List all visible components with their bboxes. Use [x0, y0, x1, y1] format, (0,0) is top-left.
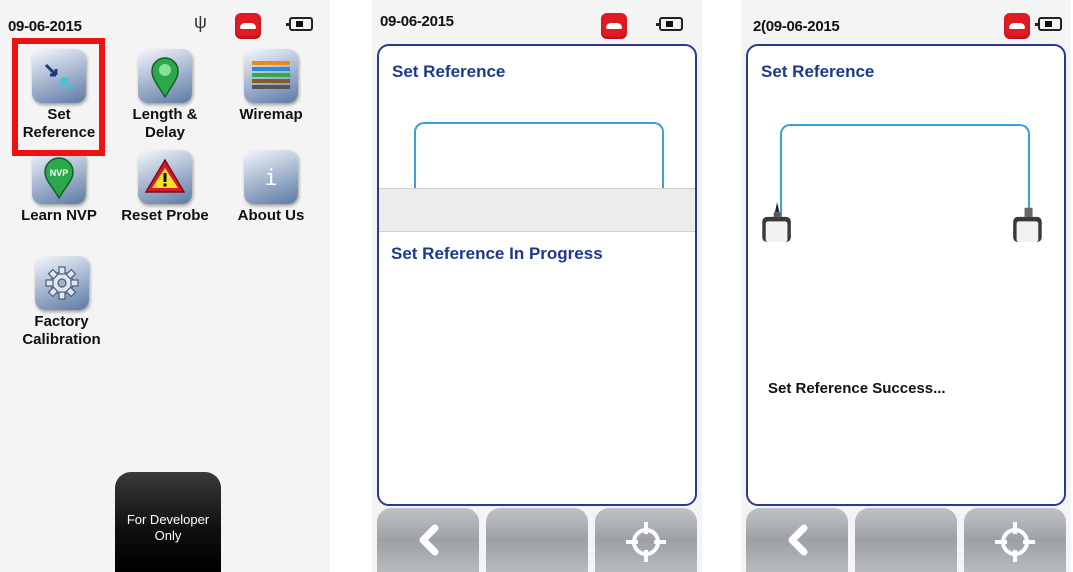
target-button[interactable]: [964, 508, 1066, 572]
cable-diagram: [780, 124, 1030, 220]
length-delay-icon: [138, 49, 192, 103]
set-reference-progress-screen: 09-06-2015 Set Reference Set Reference I…: [372, 0, 702, 572]
bottom-nav: [746, 508, 1066, 572]
info-glyph: i: [264, 166, 277, 191]
back-arrow-icon: [788, 524, 808, 556]
developer-button-line2: Only: [154, 528, 182, 543]
status-date: 09-06-2015: [380, 13, 454, 30]
battery-icon: [656, 17, 683, 31]
progress-band: [379, 188, 695, 232]
about-us-icon: i: [244, 150, 298, 204]
panel-title: Set Reference: [761, 62, 875, 81]
progress-text: Set Reference In Progress: [391, 244, 603, 263]
remote-probe-icon: [1013, 207, 1042, 242]
home-screen: 09-06-2015 ψ Set Reference Length & Dela…: [0, 0, 330, 572]
back-button[interactable]: [377, 508, 479, 572]
app-learn-nvp[interactable]: NVP Learn NVP: [9, 150, 109, 225]
back-arrow-icon: [419, 524, 439, 556]
app-factory-calibration[interactable]: Factory Calibration: [9, 256, 114, 349]
developer-button-line1: For Developer: [126, 512, 210, 527]
factory-calibration-icon: [34, 256, 89, 310]
set-reference-success-screen: 2(09-06-2015 Set Reference Set Reference…: [741, 0, 1071, 572]
app-about-us[interactable]: i About Us: [221, 150, 321, 225]
set-reference-panel: Set Reference Set Reference Success...: [746, 44, 1066, 506]
reset-probe-icon: [138, 150, 192, 204]
target-button[interactable]: [595, 508, 697, 572]
app-label: Wiremap: [239, 106, 303, 123]
battery-icon: [1035, 17, 1062, 31]
battery-icon: [286, 17, 313, 31]
set-reference-panel: Set Reference Set Reference In Progress: [377, 44, 697, 506]
phone-icon: [601, 13, 627, 39]
phone-icon: [1004, 13, 1030, 39]
app-label: About Us: [237, 207, 305, 224]
app-label: Reset Probe: [121, 207, 209, 224]
target-icon: [995, 522, 1035, 562]
panel-title: Set Reference: [392, 62, 506, 81]
learn-nvp-icon: NVP: [32, 150, 86, 204]
success-text: Set Reference Success...: [768, 380, 946, 397]
app-length-delay[interactable]: Length & Delay: [115, 49, 215, 142]
app-label: Length & Delay: [132, 106, 198, 141]
phone-icon: [235, 13, 261, 39]
blank-button[interactable]: [486, 508, 588, 572]
selection-highlight: [12, 38, 105, 156]
blank-button[interactable]: [855, 508, 957, 572]
developer-button[interactable]: For Developer Only: [115, 472, 221, 572]
status-date: 09-06-2015: [8, 18, 82, 35]
app-reset-probe[interactable]: Reset Probe: [115, 150, 215, 225]
main-unit-probe-icon: [762, 202, 791, 242]
bottom-nav: [377, 508, 697, 572]
target-icon: [626, 522, 666, 562]
cable-diagram: [414, 122, 664, 192]
wiremap-icon: [244, 49, 298, 103]
nvp-badge-text: NVP: [50, 168, 69, 178]
status-date: 2(09-06-2015: [753, 18, 840, 35]
app-wiremap[interactable]: Wiremap: [221, 49, 321, 124]
back-button[interactable]: [746, 508, 848, 572]
app-label: Factory Calibration: [22, 313, 101, 348]
app-label: Learn NVP: [21, 207, 97, 224]
usb-icon: ψ: [194, 12, 207, 32]
